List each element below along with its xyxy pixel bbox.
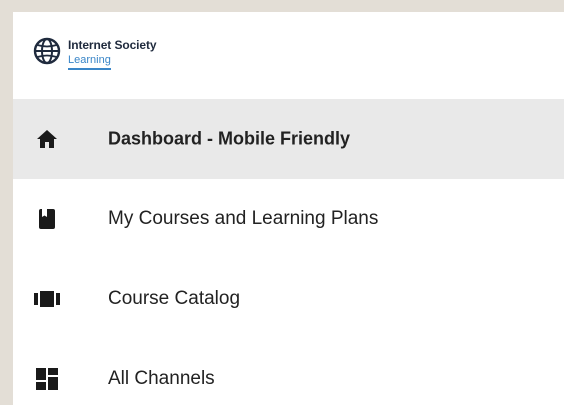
globe-icon — [33, 37, 61, 65]
nav-item-label: My Courses and Learning Plans — [108, 208, 379, 229]
brand-text: Internet Society Learning — [68, 38, 157, 70]
brand-subtitle: Learning — [68, 55, 111, 70]
nav-item-all-channels[interactable]: All Channels — [13, 339, 564, 405]
nav-item-label: Dashboard - Mobile Friendly — [108, 128, 351, 149]
home-icon — [34, 126, 60, 152]
nav-item-course-catalog[interactable]: Course Catalog — [13, 259, 564, 339]
dashboard-grid-icon — [34, 366, 60, 392]
brand-name: Internet Society — [68, 38, 157, 52]
nav-item-my-courses[interactable]: My Courses and Learning Plans — [13, 179, 564, 259]
catalog-icon — [34, 286, 60, 312]
nav-item-label: All Channels — [108, 368, 215, 389]
sidebar-nav: Dashboard - Mobile Friendly My Courses a… — [13, 99, 564, 405]
nav-item-dashboard[interactable]: Dashboard - Mobile Friendly — [13, 99, 564, 179]
brand-header[interactable]: Internet Society Learning — [13, 12, 564, 99]
nav-item-label: Course Catalog — [108, 288, 241, 309]
navigation-panel: Internet Society Learning Dashboard - Mo… — [13, 12, 564, 405]
book-icon — [34, 206, 60, 232]
